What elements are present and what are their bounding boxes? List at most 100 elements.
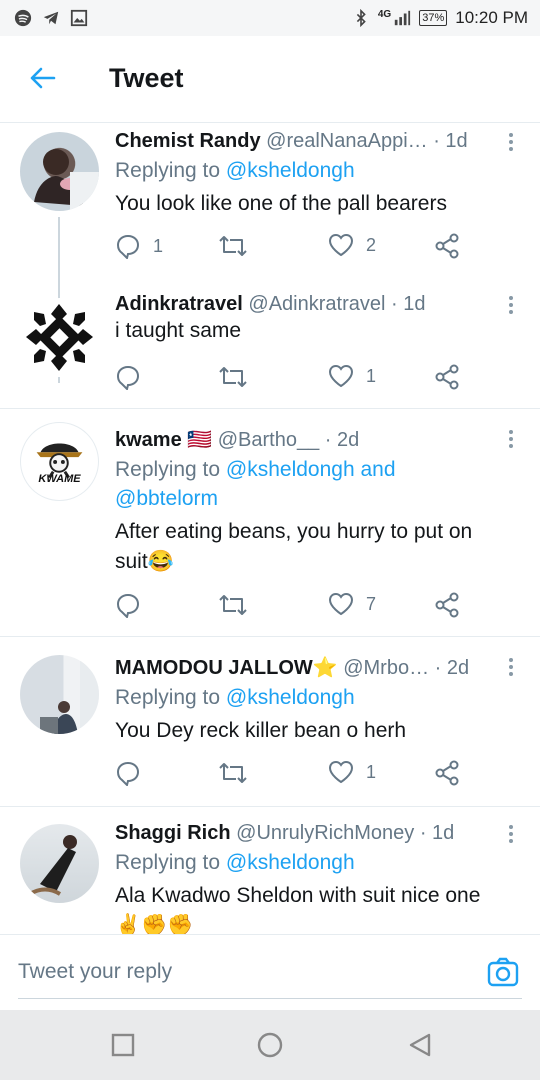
more-options-icon[interactable] [508, 657, 514, 677]
author-handle: @UnrulyRichMoney [236, 822, 415, 844]
page-title: Tweet [109, 63, 184, 93]
like-button[interactable]: 2 [328, 233, 376, 257]
app-bar: Tweet [0, 36, 540, 123]
more-options-icon[interactable] [508, 824, 514, 844]
retweet-button[interactable] [218, 364, 248, 390]
replying-label: Replying to [115, 686, 226, 709]
reply-button[interactable] [115, 760, 153, 786]
author-name[interactable]: Chemist Randy [115, 130, 261, 152]
author-handle: @Mrbo… [343, 657, 430, 679]
mention-link[interactable]: @ksheldongh [226, 851, 355, 874]
mention-link[interactable]: @ksheldongh [226, 159, 355, 182]
back-nav-icon[interactable] [407, 1032, 433, 1058]
reply-icon [116, 365, 140, 390]
tweet-text: Ala Kwadwo Sheldon with suit nice one ✌️✊… [115, 881, 500, 934]
tweet-time: · 1d [433, 130, 468, 152]
heart-icon [328, 760, 354, 784]
reply-button[interactable] [115, 592, 153, 618]
author-handle: @realNanaAppi… [266, 130, 428, 152]
reply-composer: Tweet your reply [0, 934, 540, 1011]
avatar[interactable] [20, 655, 99, 734]
avatar[interactable] [20, 298, 99, 377]
tweet-text-emoji: ✌️✊✊ [115, 914, 194, 934]
tweet[interactable]: MAMODOU JALLOW⭐ @Mrbo… · 2d Replying to … [0, 636, 540, 807]
tweet-actions: 1 2 [115, 233, 460, 263]
back-arrow-icon[interactable] [28, 64, 56, 92]
retweet-icon [219, 367, 247, 387]
bluetooth-icon [356, 9, 366, 27]
retweet-icon [219, 763, 247, 783]
system-nav-bar [0, 1010, 540, 1080]
retweet-button[interactable] [218, 760, 248, 786]
avatar[interactable]: KWAME [20, 422, 99, 501]
more-options-icon[interactable] [508, 429, 514, 449]
like-button[interactable]: 7 [328, 592, 376, 616]
like-button[interactable]: 1 [328, 364, 376, 388]
like-count: 1 [366, 761, 377, 782]
author-name[interactable]: kwame 🇱🇷 [115, 429, 212, 451]
author-name[interactable]: Shaggi Rich [115, 822, 231, 844]
telegram-icon [43, 11, 59, 25]
heart-icon [328, 592, 354, 616]
reply-button[interactable] [115, 364, 153, 390]
replying-label: Replying to [115, 159, 226, 182]
mention-link[interactable]: @ksheldongh and [226, 458, 396, 481]
replying-label: Replying to [115, 851, 226, 874]
reply-count: 1 [153, 235, 164, 256]
reply-icon [116, 593, 140, 618]
like-button[interactable]: 1 [328, 760, 376, 784]
retweet-button[interactable] [218, 233, 248, 259]
heart-icon [328, 233, 354, 257]
tweet[interactable]: Shaggi Rich @UnrulyRichMoney · 1d Replyi… [0, 806, 540, 934]
avatar-label: KWAME [38, 473, 81, 485]
replying-label: Replying to [115, 458, 226, 481]
tweet-text-line: Ala Kwadwo Sheldon with suit nice one [115, 884, 481, 907]
gallery-icon [70, 9, 88, 27]
share-button[interactable] [435, 233, 459, 259]
retweet-icon [219, 595, 247, 615]
mention-link[interactable]: @ksheldongh [226, 686, 355, 709]
author-handle: @Adinkratravel [248, 293, 386, 315]
tweet-time: · 1d [391, 293, 426, 315]
share-button[interactable] [435, 760, 459, 786]
reply-input[interactable]: Tweet your reply [18, 960, 172, 984]
reply-icon [116, 234, 140, 259]
retweet-button[interactable] [218, 592, 248, 618]
tweet-actions: 1 [115, 364, 460, 394]
like-count: 1 [366, 365, 377, 386]
status-bar: 4G 37% 10:20 PM [0, 0, 540, 36]
home-icon[interactable] [257, 1032, 283, 1058]
author-name[interactable]: Adinkratravel [115, 293, 243, 315]
avatar[interactable] [20, 132, 99, 211]
retweet-icon [219, 236, 247, 256]
tweet-text-line: After eating beans, you hurry to put on [115, 520, 473, 543]
tweet-actions: 7 [115, 592, 460, 622]
author-name[interactable]: MAMODOU JALLOW⭐ [115, 657, 338, 679]
signal-icon [395, 10, 411, 26]
author-handle: @Bartho__ [217, 429, 320, 451]
tweet-text-line: suit😂 [115, 550, 174, 573]
share-button[interactable] [435, 592, 459, 618]
tweet-text: You look like one of the pall bearers [115, 192, 447, 215]
tweet-text: After eating beans, you hurry to put on s… [115, 517, 500, 577]
share-icon [435, 233, 459, 259]
more-options-icon[interactable] [508, 295, 514, 315]
tweet[interactable]: Adinkratravel @Adinkratravel · 1d i taug… [0, 284, 540, 409]
camera-icon[interactable] [486, 955, 520, 989]
tweet-time: · 1d [419, 822, 455, 844]
input-underline [18, 998, 522, 999]
reply-icon [116, 761, 140, 786]
recent-apps-icon[interactable] [110, 1032, 136, 1058]
battery-icon: 37% [419, 10, 448, 26]
reply-button[interactable]: 1 [115, 233, 163, 259]
more-options-icon[interactable] [508, 132, 514, 152]
like-count: 2 [366, 234, 377, 255]
heart-icon [328, 364, 354, 388]
mention-link[interactable]: @bbtelorm [115, 487, 218, 510]
tweet[interactable]: KWAME kwame 🇱🇷 @Bartho__ · 2d Replying t… [0, 408, 540, 637]
share-icon [435, 364, 459, 390]
tweet-time: · 2d [324, 429, 360, 451]
like-count: 7 [366, 593, 377, 614]
avatar[interactable] [20, 824, 99, 903]
share-button[interactable] [435, 364, 459, 390]
